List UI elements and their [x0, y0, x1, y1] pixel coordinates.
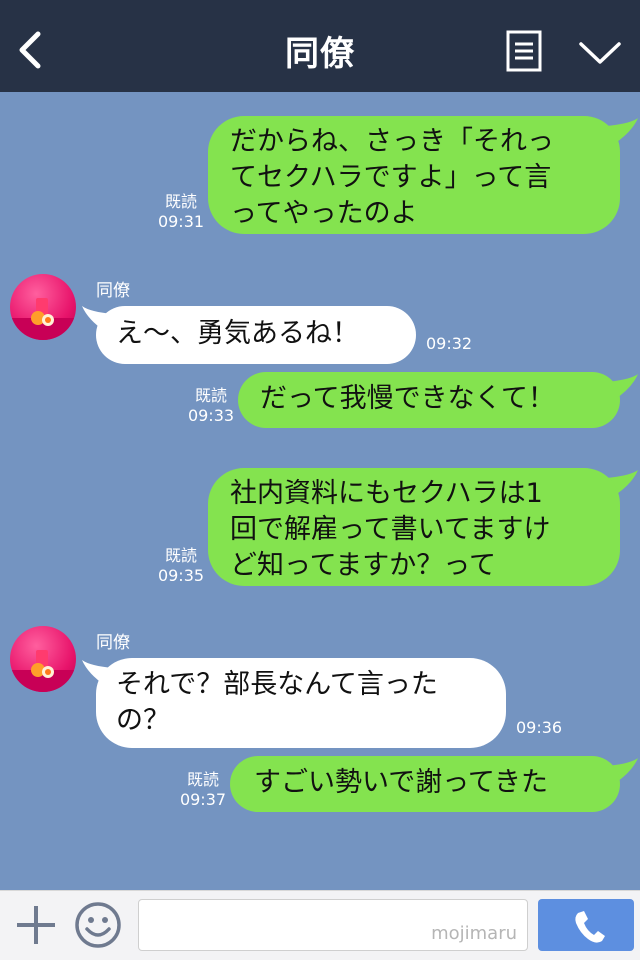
chevron-down-icon[interactable] [578, 36, 622, 68]
message-bubble[interactable]: 社内資料にもセクハラは1 回で解雇って書いてますけ ど知ってますか？って [208, 468, 620, 586]
message-line: の？ [116, 705, 170, 736]
message-line: だって我慢できなくて！ [260, 383, 555, 414]
call-button[interactable] [538, 899, 634, 951]
plus-icon[interactable] [14, 903, 58, 947]
message-meta: 既読 09:37 [178, 770, 228, 810]
avatar[interactable] [10, 626, 76, 692]
message-bubble[interactable]: だって我慢できなくて！ [238, 372, 620, 428]
message-bubble[interactable]: それで？部長なんて言った の？ [96, 658, 506, 748]
message-line: ってやったのよ [230, 198, 418, 229]
avatar[interactable] [10, 274, 76, 340]
message-meta: 既読 09:35 [156, 546, 206, 586]
input-bar: mojimaru [0, 890, 640, 960]
read-indicator: 既読 [186, 770, 219, 789]
chat-title: 同僚 [285, 34, 355, 74]
emoji-icon[interactable] [74, 901, 122, 949]
avatar-image [10, 650, 76, 692]
message-line: それで？部長なんて言った [116, 669, 438, 700]
watermark-text: mojimaru [431, 923, 517, 944]
read-indicator: 既読 [164, 192, 197, 211]
message-line: 回で解雇って書いてますけ [230, 514, 551, 545]
message-list[interactable]: 既読 09:31 だからね、さっき「それっ てセクハラですよ」って言 ってやった… [0, 92, 640, 890]
message-line: てセクハラですよ」って言 [230, 162, 552, 193]
message-time: 09:35 [157, 566, 205, 585]
message-time: 09:37 [179, 790, 227, 809]
message-bubble[interactable]: すごい勢いで謝ってきた [230, 756, 620, 812]
sender-name: 同僚 [96, 633, 130, 653]
message-meta: 既読 09:31 [156, 192, 206, 232]
message-line: ど知ってますか？って [230, 550, 496, 581]
message-line: すごい勢いで謝ってきた [254, 767, 549, 798]
phone-icon [575, 911, 605, 943]
read-indicator: 既読 [194, 386, 227, 405]
message-time: 09:36 [516, 718, 563, 737]
message-line: え〜、勇気あるね！ [116, 318, 359, 349]
message-line: だからね、さっき「それっ [230, 126, 554, 157]
sender-name: 同僚 [96, 281, 130, 301]
message-time: 09:32 [426, 334, 473, 353]
chat-header: 同僚 [0, 0, 640, 92]
message-time: 09:31 [157, 212, 205, 231]
message-time: 09:33 [187, 406, 235, 425]
message-bubble[interactable]: え〜、勇気あるね！ [96, 306, 416, 364]
message-meta: 既読 09:33 [186, 386, 236, 426]
message-input[interactable]: mojimaru [138, 899, 528, 951]
avatar-image [10, 298, 76, 340]
message-bubble[interactable]: だからね、さっき「それっ てセクハラですよ」って言 ってやったのよ [208, 116, 620, 234]
message-line: 社内資料にもセクハラは1 [230, 478, 543, 509]
menu-icon[interactable] [506, 30, 542, 72]
read-indicator: 既読 [164, 546, 197, 565]
